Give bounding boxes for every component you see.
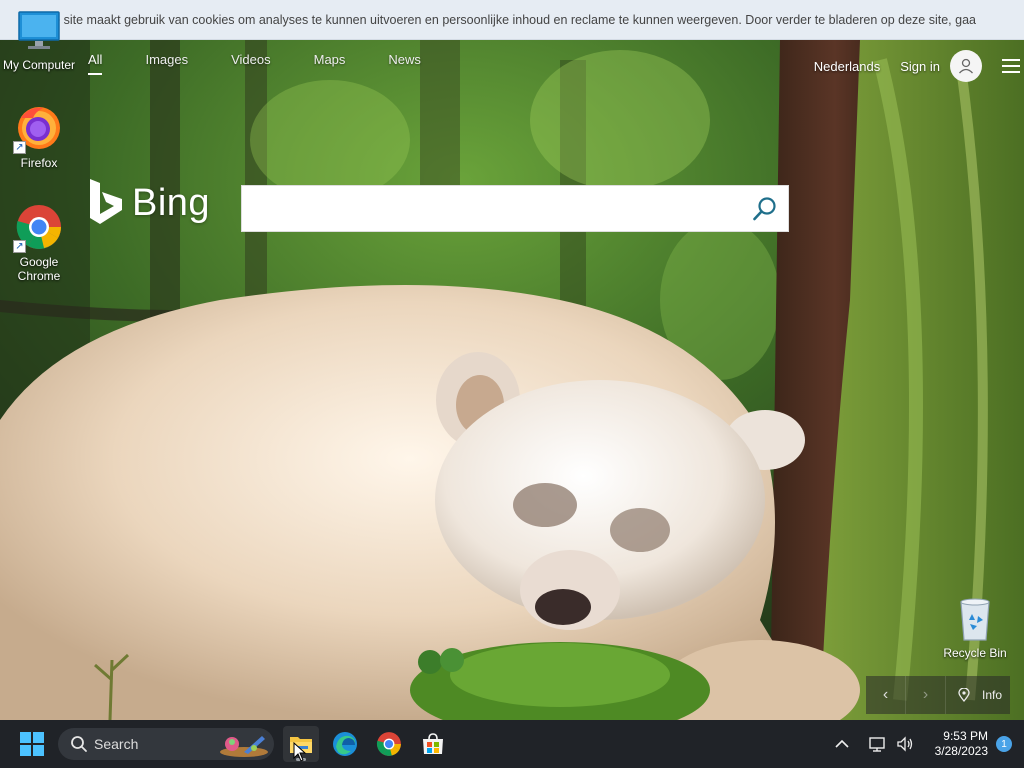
search-button[interactable] bbox=[742, 186, 788, 231]
network-icon[interactable] bbox=[866, 733, 888, 755]
nav-news[interactable]: News bbox=[388, 52, 421, 75]
bing-logo-text: Bing bbox=[132, 181, 211, 224]
nav-images[interactable]: Images bbox=[145, 52, 188, 75]
desktop-icon-label: Recycle Bin bbox=[943, 646, 1007, 660]
language-link[interactable]: Nederlands bbox=[814, 59, 881, 74]
search-box bbox=[241, 185, 789, 232]
cookie-banner-text: eze site maakt gebruik van cookies om an… bbox=[40, 12, 976, 27]
search-icon bbox=[753, 196, 776, 220]
desktop-icon-label: My Computer bbox=[2, 58, 76, 72]
sign-in-link[interactable]: Sign in bbox=[900, 59, 940, 74]
mouse-cursor-icon bbox=[293, 742, 307, 762]
taskbar-app-store[interactable] bbox=[415, 726, 451, 762]
taskbar-app-edge[interactable] bbox=[327, 726, 363, 762]
desktop-icon-my-computer[interactable]: My Computer bbox=[1, 10, 77, 72]
bing-account-area: Nederlands Sign in bbox=[814, 50, 1024, 82]
clock-time: 9:53 PM bbox=[943, 729, 988, 743]
avatar[interactable] bbox=[950, 50, 982, 82]
taskbar-search-label: Search bbox=[94, 736, 139, 752]
windows-logo-icon bbox=[20, 732, 44, 756]
desktop-icon-google-chrome[interactable]: ↗ Google Chrome bbox=[1, 203, 77, 283]
volume-icon[interactable] bbox=[894, 733, 916, 755]
desktop-icon-recycle-bin[interactable]: Recycle Bin bbox=[937, 598, 1013, 660]
chevron-left-icon: ‹ bbox=[882, 686, 889, 703]
user-icon bbox=[959, 58, 973, 74]
system-tray: 9:53 PM 3/28/2023 1 bbox=[828, 720, 1024, 768]
nav-maps[interactable]: Maps bbox=[314, 52, 346, 75]
start-button[interactable] bbox=[20, 732, 44, 756]
bing-top-nav: All Images Videos Maps News bbox=[88, 52, 464, 75]
desktop-icon-label: Firefox bbox=[20, 156, 58, 170]
info-button[interactable]: Info bbox=[946, 676, 1010, 714]
wallpaper-bear-photo bbox=[0, 0, 1024, 720]
nav-all[interactable]: All bbox=[88, 52, 103, 75]
location-pin-icon bbox=[958, 688, 970, 702]
taskbar: Search 9:53 PM 3/28/2023 1 bbox=[0, 720, 1024, 768]
background-scene bbox=[0, 0, 1024, 720]
info-label: Info bbox=[982, 688, 1003, 702]
monitor-icon bbox=[15, 10, 63, 52]
image-info-widget: ‹ › Info bbox=[866, 676, 1011, 714]
chrome-icon: ↗ bbox=[13, 203, 63, 253]
chrome-icon bbox=[376, 732, 401, 756]
cookie-banner: eze site maakt gebruik van cookies om an… bbox=[0, 0, 1024, 40]
clock-date: 3/28/2023 bbox=[934, 744, 988, 758]
search-highlight-illustration-icon bbox=[220, 736, 268, 757]
clock[interactable]: 9:53 PM 3/28/2023 bbox=[935, 729, 988, 759]
bing-logo[interactable]: Bing bbox=[88, 178, 210, 228]
search-icon bbox=[71, 736, 87, 752]
hamburger-menu-icon[interactable] bbox=[1002, 55, 1024, 77]
taskbar-search[interactable]: Search bbox=[58, 728, 274, 760]
store-icon bbox=[423, 733, 443, 754]
recycle-bin-icon bbox=[951, 598, 999, 642]
notification-badge[interactable]: 1 bbox=[996, 736, 1012, 752]
nav-videos[interactable]: Videos bbox=[231, 52, 271, 75]
chevron-up-icon[interactable] bbox=[831, 733, 853, 755]
previous-image-button[interactable]: ‹ bbox=[866, 676, 906, 714]
desktop-icon-firefox[interactable]: ↗ Firefox bbox=[1, 104, 77, 170]
desktop-icon-label: Google Chrome bbox=[17, 255, 61, 283]
bing-logo-icon bbox=[90, 179, 122, 224]
firefox-icon: ↗ bbox=[13, 104, 63, 154]
edge-icon bbox=[333, 732, 357, 756]
next-image-button[interactable]: › bbox=[906, 676, 946, 714]
search-input[interactable] bbox=[242, 186, 742, 231]
chevron-right-icon: › bbox=[922, 686, 929, 703]
taskbar-app-chrome[interactable] bbox=[371, 726, 407, 762]
